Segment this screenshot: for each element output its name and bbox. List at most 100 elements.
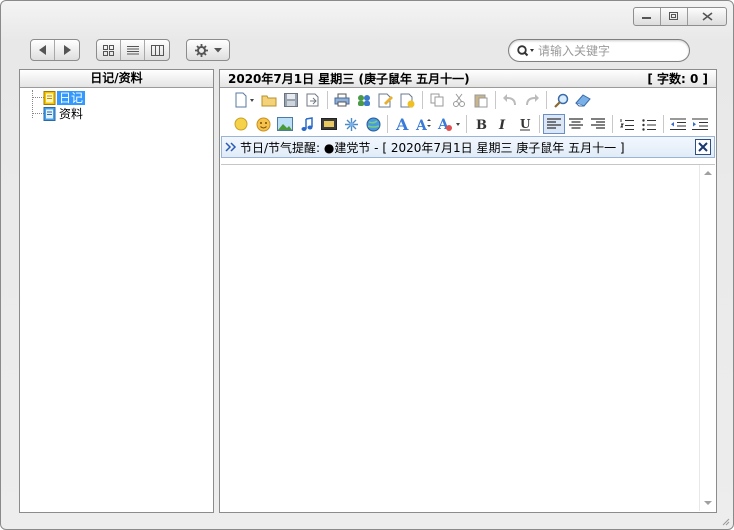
align-left-button[interactable] bbox=[543, 114, 565, 134]
numbered-list-button[interactable] bbox=[616, 114, 638, 134]
font-color-icon: A bbox=[437, 117, 460, 132]
image-icon bbox=[277, 117, 293, 131]
top-toolbar bbox=[13, 39, 721, 63]
column-view-button[interactable] bbox=[145, 40, 169, 60]
save-as-icon bbox=[306, 93, 319, 107]
category-panel-title: 日记/资料 bbox=[20, 70, 213, 88]
align-right-icon bbox=[591, 118, 605, 129]
edit-doc-button[interactable] bbox=[375, 90, 397, 110]
document-export-icon bbox=[400, 93, 415, 107]
paste-button[interactable] bbox=[470, 90, 492, 110]
scroll-down-icon[interactable] bbox=[704, 501, 712, 505]
list-view-button[interactable] bbox=[121, 40, 145, 60]
close-button[interactable] bbox=[688, 8, 726, 25]
svg-text:A: A bbox=[415, 118, 428, 132]
import-button[interactable] bbox=[353, 90, 375, 110]
close-icon bbox=[698, 142, 708, 152]
print-button[interactable] bbox=[331, 90, 353, 110]
eraser-button[interactable] bbox=[572, 90, 594, 110]
align-center-icon bbox=[569, 118, 583, 129]
scissors-icon bbox=[453, 93, 465, 107]
category-tree: 日记 资料 bbox=[20, 88, 213, 122]
insert-special-button[interactable] bbox=[340, 114, 362, 134]
cut-button[interactable] bbox=[448, 90, 470, 110]
align-center-button[interactable] bbox=[565, 114, 587, 134]
columns-icon bbox=[150, 44, 164, 56]
minimize-button[interactable] bbox=[634, 8, 661, 25]
indent-button[interactable] bbox=[689, 114, 711, 134]
view-mode-group bbox=[96, 39, 170, 61]
grid-view-button[interactable] bbox=[97, 40, 121, 60]
paste-icon bbox=[474, 94, 488, 107]
font-size-icon: A bbox=[415, 118, 431, 132]
close-reminder-button[interactable] bbox=[695, 139, 711, 155]
tree-item-label: 资料 bbox=[59, 107, 84, 121]
align-right-button[interactable] bbox=[587, 114, 609, 134]
eraser-icon bbox=[575, 94, 591, 107]
gear-icon bbox=[194, 43, 208, 57]
editor-scrollbar[interactable] bbox=[699, 165, 715, 511]
search-input[interactable] bbox=[538, 43, 678, 58]
undo-button[interactable] bbox=[499, 90, 521, 110]
close-icon bbox=[702, 12, 712, 21]
underline-icon: U bbox=[520, 117, 531, 131]
people-icon bbox=[358, 95, 370, 106]
search-box bbox=[508, 39, 690, 62]
category-panel: 日记/资料 日记 资料 bbox=[19, 69, 214, 513]
align-left-icon bbox=[547, 118, 561, 129]
bullet-list-icon bbox=[642, 118, 656, 131]
magnifier-icon bbox=[553, 93, 568, 108]
italic-button[interactable]: I bbox=[492, 114, 514, 134]
grid-icon bbox=[103, 44, 114, 56]
globe-icon bbox=[366, 117, 380, 131]
font-size-button[interactable]: A bbox=[413, 114, 435, 134]
back-button[interactable] bbox=[31, 40, 55, 60]
smiley-icon bbox=[256, 117, 270, 131]
outdent-button[interactable] bbox=[667, 114, 689, 134]
tree-item-diary[interactable]: 日记 bbox=[20, 90, 213, 106]
save-as-button[interactable] bbox=[302, 90, 324, 110]
insert-video-button[interactable] bbox=[318, 114, 340, 134]
arrow-right-icon bbox=[64, 45, 71, 55]
editor-header: 2020年7月1日 星期三 (庚子鼠年 五月十一) [ 字数: 0 ] bbox=[220, 70, 716, 88]
sparkle-icon bbox=[344, 117, 358, 131]
font-button[interactable]: A bbox=[391, 114, 413, 134]
open-button[interactable] bbox=[258, 90, 280, 110]
notebook-icon bbox=[43, 91, 56, 105]
tree-item-materials[interactable]: 资料 bbox=[20, 106, 213, 122]
copy-button[interactable] bbox=[426, 90, 448, 110]
folder-open-icon bbox=[261, 95, 277, 107]
numbered-list-icon bbox=[620, 118, 634, 130]
insert-link-button[interactable] bbox=[362, 114, 384, 134]
underline-button[interactable]: U bbox=[514, 114, 536, 134]
scroll-up-icon[interactable] bbox=[704, 171, 712, 175]
new-button[interactable] bbox=[230, 90, 258, 110]
restore-button[interactable] bbox=[661, 8, 688, 25]
tree-item-label: 日记 bbox=[57, 91, 86, 105]
font-color-button[interactable]: A bbox=[435, 114, 463, 134]
insert-image-button[interactable] bbox=[274, 114, 296, 134]
redo-button[interactable] bbox=[521, 90, 543, 110]
resize-grip-icon[interactable] bbox=[720, 516, 730, 526]
forward-button[interactable] bbox=[55, 40, 79, 60]
insert-shape-button[interactable] bbox=[230, 114, 252, 134]
find-button[interactable] bbox=[550, 90, 572, 110]
save-button[interactable] bbox=[280, 90, 302, 110]
font-icon: A bbox=[395, 116, 409, 132]
bold-button[interactable]: B bbox=[470, 114, 492, 134]
app-window: 日记/资料 日记 资料 2020年7月1日 星期三 (庚子鼠年 五月十一) [ … bbox=[0, 0, 734, 530]
document-icon bbox=[43, 107, 56, 121]
insert-audio-button[interactable] bbox=[296, 114, 318, 134]
insert-emoticon-button[interactable] bbox=[252, 114, 274, 134]
settings-button[interactable] bbox=[187, 40, 229, 60]
document-edit-icon bbox=[378, 93, 393, 107]
diary-text-editor[interactable] bbox=[221, 164, 715, 511]
outdent-icon bbox=[670, 118, 686, 130]
export-button[interactable] bbox=[397, 90, 419, 110]
indent-icon bbox=[692, 118, 708, 130]
restore-icon bbox=[669, 12, 678, 20]
holiday-reminder-text: 节日/节气提醒: ●建党节 - [ 2020年7月1日 星期三 庚子鼠年 五月十… bbox=[240, 140, 625, 155]
settings-group bbox=[186, 39, 230, 61]
bullet-list-button[interactable] bbox=[638, 114, 660, 134]
svg-text:U: U bbox=[520, 117, 531, 131]
